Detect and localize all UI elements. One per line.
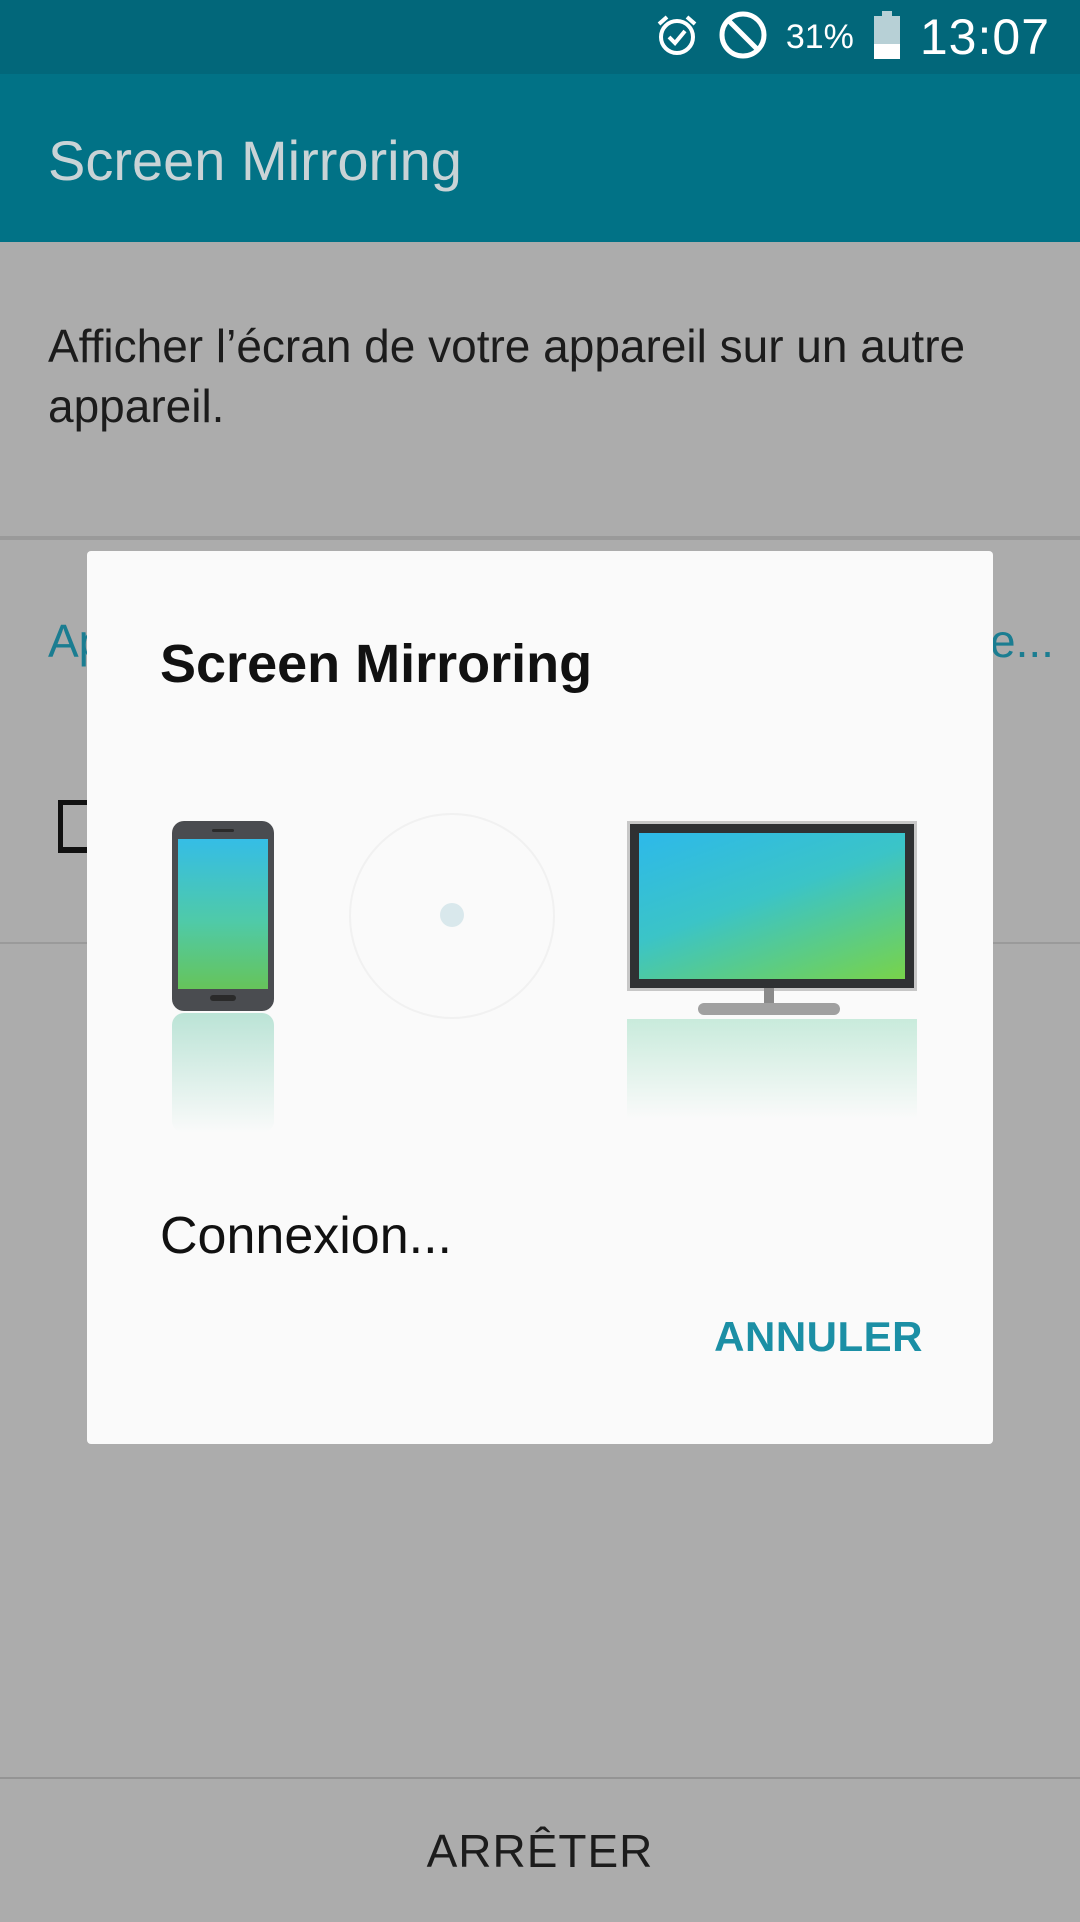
divider	[0, 536, 1080, 540]
do-not-disturb-icon	[718, 10, 768, 65]
scan-link-label[interactable]: e...	[990, 614, 1054, 668]
app-bar: Screen Mirroring	[0, 74, 1080, 242]
tv-screen	[639, 833, 905, 979]
tv-icon	[627, 821, 917, 991]
cancel-button[interactable]: ANNULER	[714, 1313, 923, 1361]
connection-status: Connexion...	[160, 1207, 452, 1265]
feature-description: Afficher l’écran de votre appareil sur u…	[48, 320, 966, 432]
phone-reflection	[172, 1013, 274, 1133]
clock-time: 13:07	[919, 9, 1050, 65]
tv-reflection	[627, 1019, 917, 1119]
alarm-icon	[654, 12, 700, 63]
status-icons: 31% 13:07	[654, 0, 1050, 74]
dialog-title: Screen Mirroring	[160, 634, 593, 694]
phone-speaker	[212, 829, 234, 832]
phone-home-button	[210, 995, 236, 1001]
app-title: Screen Mirroring	[48, 129, 462, 192]
phone-screen	[178, 839, 268, 989]
battery-percent: 31%	[785, 17, 854, 56]
battery-icon	[872, 10, 902, 64]
stop-button[interactable]: ARRÊTER	[0, 1779, 1080, 1922]
tv-stand-base	[698, 1003, 840, 1015]
bottom-bar: ARRÊTER	[0, 1777, 1080, 1922]
status-bar: 31% 13:07	[0, 0, 1080, 74]
mirroring-illustration	[87, 813, 993, 1181]
phone-icon	[172, 821, 274, 1011]
spinner-dot	[440, 903, 464, 927]
connection-dialog: Screen Mirroring Connexion... ANNULER	[87, 551, 993, 1444]
